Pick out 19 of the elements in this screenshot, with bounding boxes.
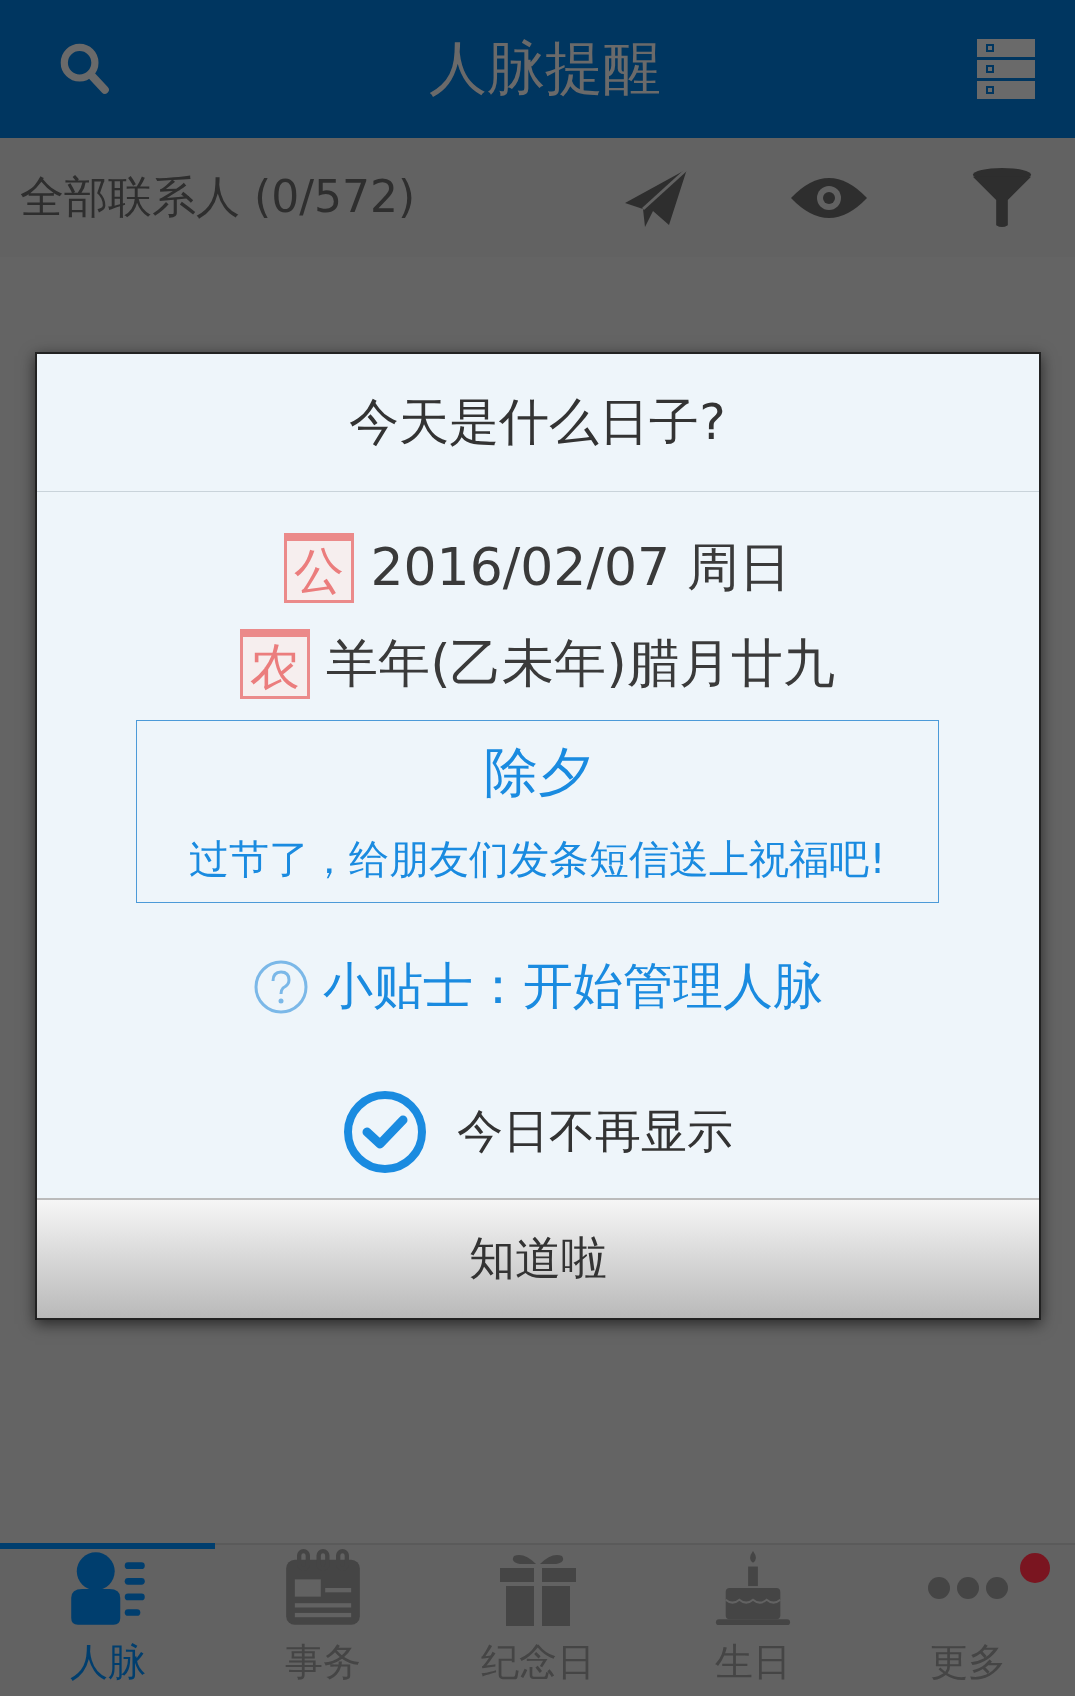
- eye-icon[interactable]: [789, 175, 869, 220]
- app-title: 人脉提醒: [428, 33, 661, 104]
- ok-button[interactable]: 知道啦: [36, 1198, 1039, 1318]
- solar-date: 2016/02/07 周日: [370, 536, 791, 599]
- nav-tab[interactable]: 人脉: [0, 1543, 215, 1696]
- paper-plane-icon[interactable]: [623, 166, 689, 229]
- lunar-calendar-icon: 农: [240, 629, 311, 699]
- festival-message: 过节了，给朋友们发条短信送上祝福吧!: [189, 834, 886, 884]
- dialog-title: 今天是什么日子?: [36, 354, 1039, 492]
- server-icon[interactable]: [977, 39, 1035, 99]
- help-icon[interactable]: [252, 958, 309, 1015]
- more-icon: [925, 1575, 1010, 1601]
- festival-name: 除夕: [483, 739, 592, 806]
- solar-calendar-icon: 公: [284, 533, 355, 603]
- lunar-date: 羊年(乙未年)腊月廿九: [326, 632, 835, 695]
- dont-show-label: 今日不再显示: [456, 1103, 733, 1160]
- search-icon[interactable]: [58, 41, 112, 97]
- tip-link[interactable]: 小贴士：开始管理人脉: [322, 953, 823, 1020]
- checkbox[interactable]: [342, 1090, 427, 1174]
